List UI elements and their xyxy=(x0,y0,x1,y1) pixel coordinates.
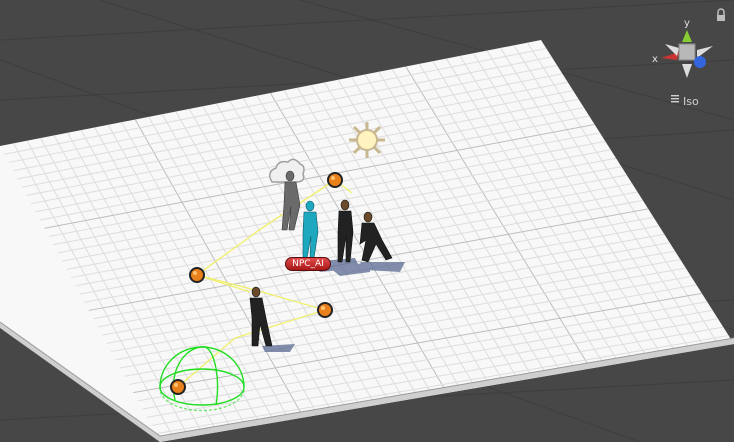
projection-label[interactable]: Iso xyxy=(683,95,699,108)
gizmo-axis-x-label: x xyxy=(652,54,658,65)
waypoint-marker[interactable] xyxy=(189,267,205,283)
waypoint-marker[interactable] xyxy=(170,379,186,395)
npc-name-badge[interactable]: NPC_AI xyxy=(285,257,331,271)
waypoint-marker[interactable] xyxy=(317,302,333,318)
lock-icon[interactable] xyxy=(717,8,725,21)
gizmo-axis-y-label: y xyxy=(684,18,690,29)
waypoint-marker[interactable] xyxy=(327,172,343,188)
scene-viewport[interactable]: y x Iso NPC_AI xyxy=(0,0,734,442)
projection-menu-icon[interactable] xyxy=(671,95,679,103)
scene-canvas[interactable]: y x xyxy=(0,0,734,442)
sun-light-icon[interactable] xyxy=(349,122,385,158)
scene-gizmo-icon[interactable]: y x xyxy=(652,18,713,78)
